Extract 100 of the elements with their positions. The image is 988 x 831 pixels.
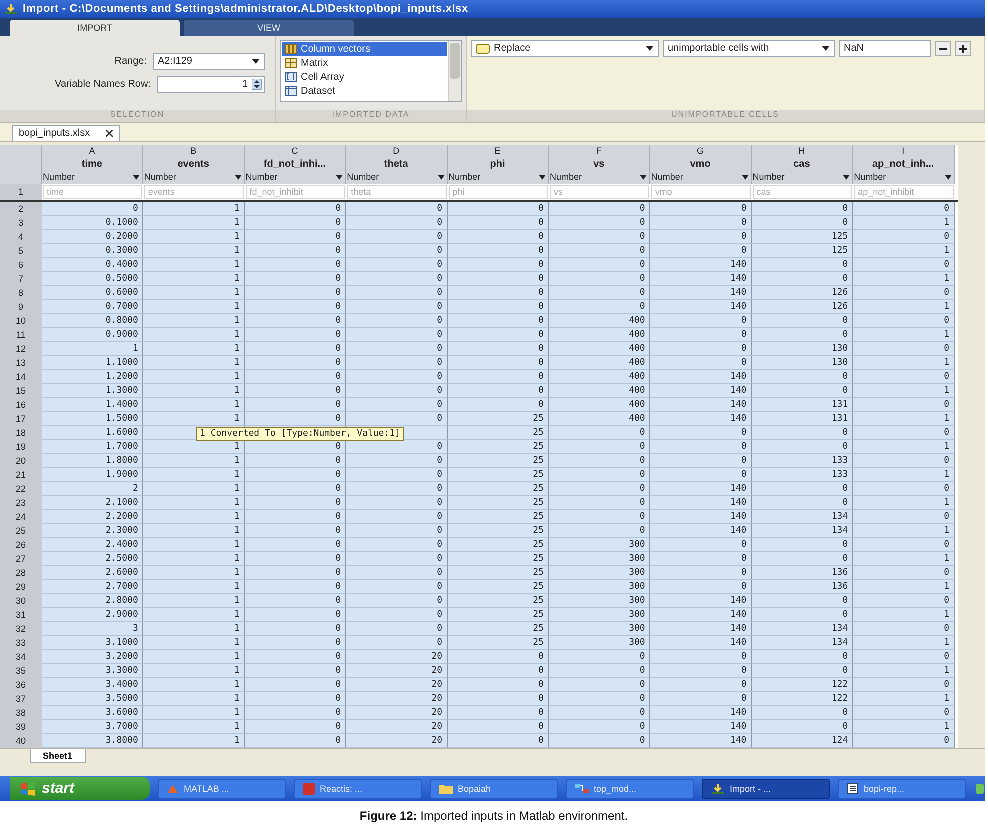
table-cell: 25 [448, 608, 549, 622]
table-cell: 140 [650, 272, 752, 286]
table-cell: 400 [548, 384, 650, 398]
table-cell: 0 [752, 216, 854, 230]
ribbon-tab[interactable]: IMPORT [10, 20, 180, 36]
ribbon-tab[interactable]: VIEW [184, 20, 354, 36]
table-cell: 122 [752, 678, 854, 692]
column-name: fd_not_inhi... [244, 158, 346, 171]
table-cell: 0 [448, 678, 549, 692]
column-type-dropdown[interactable]: Number [752, 171, 854, 184]
caret-icon [646, 46, 654, 51]
column-type-dropdown[interactable]: Number [143, 171, 245, 184]
table-cell: 300 [548, 594, 650, 608]
table-cell: 0 [448, 342, 549, 356]
table-cell: 25 [448, 482, 549, 496]
table-cell: 140 [650, 412, 752, 426]
row-number: 32 [0, 622, 42, 636]
sheet-tab[interactable]: Sheet1 [30, 749, 86, 763]
table-cell: 140 [650, 286, 752, 300]
table-cell: 0 [346, 496, 448, 510]
row-number: 39 [0, 720, 42, 734]
row-number: 21 [0, 468, 42, 482]
column-type-dropdown[interactable]: Number [42, 171, 144, 184]
list-item[interactable]: Matrix [282, 56, 447, 70]
table-cell: 25 [448, 594, 549, 608]
table-cell: 1 [143, 440, 245, 454]
table-cell: 126 [752, 300, 854, 314]
range-dropdown[interactable]: A2:I129 [153, 53, 265, 70]
table-cell: 0 [244, 286, 346, 300]
table-cell: 0 [346, 244, 448, 258]
table-cell: 0.7000 [42, 300, 144, 314]
column-type-dropdown[interactable]: Number [548, 171, 650, 184]
table-cell: 1 [853, 328, 955, 342]
table-cell: 0 [752, 272, 854, 286]
table-cell: 1 [143, 468, 245, 482]
table-cell: 300 [548, 538, 650, 552]
taskbar-button[interactable]: Reactis: ... [294, 778, 422, 798]
table-cell: 0 [853, 650, 955, 664]
replacement-value-field[interactable]: NaN [839, 40, 931, 57]
table-cell: 0 [853, 454, 955, 468]
columns-icon [285, 44, 297, 54]
column-type-dropdown[interactable]: Number [448, 171, 549, 184]
column-name: ap_not_inh... [853, 158, 955, 171]
table-cell: 131 [752, 412, 854, 426]
list-item[interactable]: Cell Array [282, 70, 447, 84]
column-type-dropdown[interactable]: Number [244, 171, 346, 184]
table-cell: 3.3000 [42, 664, 144, 678]
row-number: 31 [0, 608, 42, 622]
table-cell: 0 [548, 426, 650, 440]
table-cell: 0 [853, 566, 955, 580]
table-cell: 0 [448, 244, 549, 258]
table-cell: 1 [143, 258, 245, 272]
table-cell: 1 [143, 412, 245, 426]
document-icon [847, 782, 859, 794]
table-cell: 0 [244, 272, 346, 286]
table-cell: 0 [752, 482, 854, 496]
table-cell: 0 [448, 356, 549, 370]
table-cell: 0 [244, 454, 346, 468]
column-type-dropdown[interactable]: Number [346, 171, 448, 184]
list-item[interactable]: Dataset [282, 84, 447, 98]
taskbar-button[interactable]: Import - ... [702, 778, 830, 798]
rule-target-dropdown[interactable]: unimportable cells with [663, 40, 835, 57]
close-icon[interactable] [106, 130, 114, 137]
rule-action-dropdown[interactable]: Replace [471, 40, 659, 57]
taskbar-button[interactable]: bopi-rep... [838, 778, 966, 798]
window-title: Import - C:\Documents and Settings\administrator.ALD\Desktop\bopi_inputs.xlsx [23, 3, 468, 15]
remove-rule-button[interactable] [935, 41, 951, 56]
table-cell: 0 [346, 594, 448, 608]
table-cell: 3.8000 [42, 734, 144, 748]
names-row-spinner[interactable]: 1 [157, 76, 265, 93]
row-number: 34 [0, 650, 42, 664]
table-cell: 0 [650, 426, 752, 440]
column-type-dropdown[interactable]: Number [650, 171, 752, 184]
table-cell: 0 [346, 356, 448, 370]
table-cell: 400 [548, 342, 650, 356]
table-cell: 1 [143, 510, 245, 524]
column-type-dropdown[interactable]: Number [853, 171, 955, 184]
taskbar-button[interactable]: MATLAB ... [158, 778, 286, 798]
table-cell: 0 [346, 510, 448, 524]
variable-name-cell: vs [550, 185, 650, 199]
scrollbar[interactable] [448, 41, 461, 101]
table-cell: 0 [448, 314, 549, 328]
table-cell: 1 [853, 636, 955, 650]
table-cell: 0 [853, 342, 955, 356]
table-cell: 0 [650, 692, 752, 706]
table-cell: 0 [752, 664, 854, 678]
add-rule-button[interactable] [955, 41, 971, 56]
taskbar-button[interactable]: top_mod... [566, 778, 694, 798]
table-cell: 25 [448, 538, 549, 552]
table-cell: 25 [448, 468, 549, 482]
table-cell: 1 [143, 454, 245, 468]
table-cell: 140 [650, 384, 752, 398]
table-cell: 0 [650, 538, 752, 552]
list-item[interactable]: Column vectors [282, 42, 447, 56]
table-cell: 0 [346, 230, 448, 244]
table-cell: 2.3000 [42, 524, 144, 538]
table-cell: 0 [752, 552, 854, 566]
table-cell: 0 [244, 720, 346, 734]
taskbar-button[interactable]: Bopaiah [430, 778, 558, 798]
file-tab[interactable]: bopi_inputs.xlsx [12, 125, 120, 141]
